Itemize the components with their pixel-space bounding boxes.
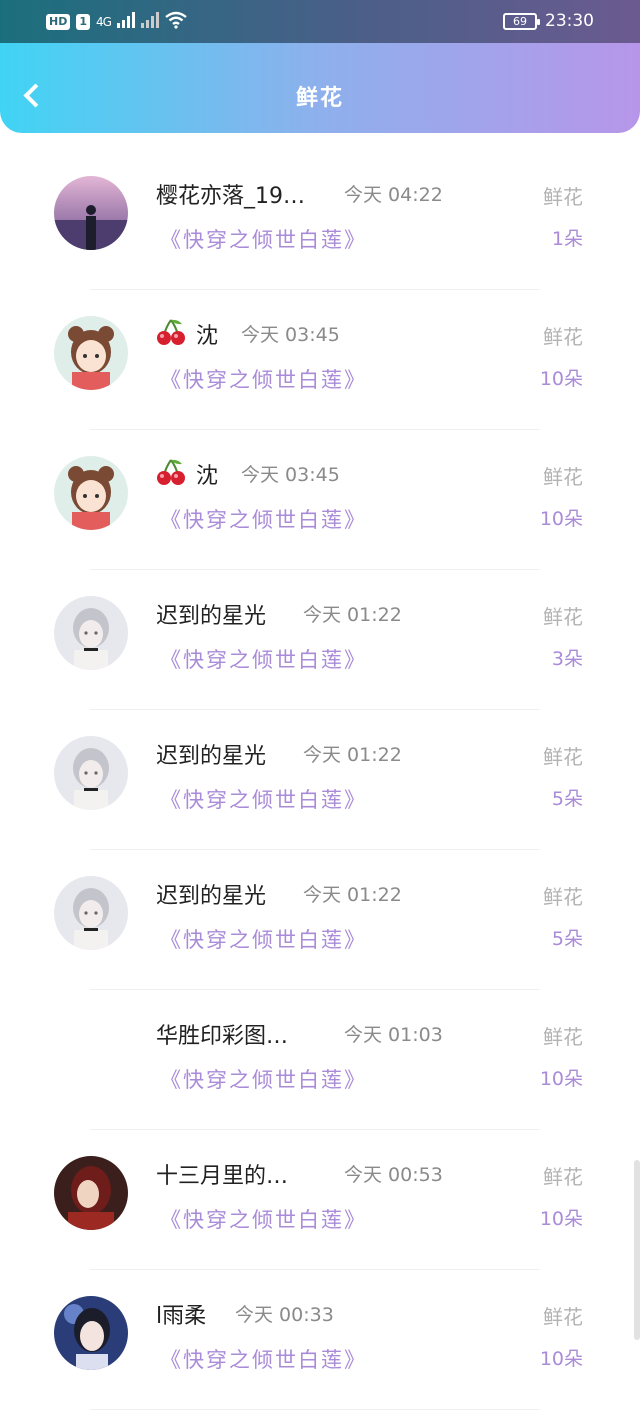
timestamp: 今天 01:03 <box>344 1024 443 1046</box>
list-item[interactable]: 迟到的星光 今天 01:22 《快穿之倾世白莲》 鲜花 3朵 <box>0 570 640 710</box>
gift-type-label: 鲜花 <box>543 325 583 349</box>
user-name[interactable]: 沈 <box>196 458 218 490</box>
user-name[interactable]: l雨柔 <box>156 1298 206 1330</box>
gift-count: 3朵 <box>551 648 583 670</box>
gift-count: 5朵 <box>551 928 583 950</box>
user-name[interactable]: 华胜印彩图… <box>156 1018 288 1050</box>
cherry-icon <box>156 317 186 347</box>
clock: 23:30 <box>545 11 594 31</box>
cherry-icon <box>156 457 186 487</box>
book-title-link[interactable]: 《快穿之倾世白莲》 <box>160 224 367 254</box>
list-item[interactable]: 沈 今天 03:45 《快穿之倾世白莲》 鲜花 10朵 <box>0 290 640 430</box>
hd-badge: HD <box>46 14 71 30</box>
list-item[interactable]: 迟到的星光 今天 01:22 《快穿之倾世白莲》 鲜花 5朵 <box>0 710 640 850</box>
book-title-link[interactable]: 《快穿之倾世白莲》 <box>160 1344 367 1374</box>
timestamp: 今天 04:22 <box>344 184 443 206</box>
scrollbar[interactable] <box>634 1160 640 1340</box>
list-item[interactable]: l雨柔 今天 00:33 《快穿之倾世白莲》 鲜花 10朵 <box>0 1270 640 1410</box>
list-item[interactable]: 十三月里的… 今天 00:53 《快穿之倾世白莲》 鲜花 10朵 <box>0 1130 640 1270</box>
gift-type-label: 鲜花 <box>543 605 583 629</box>
list-item[interactable]: 樱花亦落_19… 今天 04:22 《快穿之倾世白莲》 鲜花 1朵 <box>0 150 640 290</box>
list-item[interactable]: 迟到的星光 今天 01:22 《快穿之倾世白莲》 鲜花 5朵 <box>0 850 640 990</box>
gift-count: 5朵 <box>551 788 583 810</box>
avatar[interactable] <box>54 176 128 250</box>
gift-type-label: 鲜花 <box>543 1025 583 1049</box>
avatar[interactable] <box>54 876 128 950</box>
timestamp: 今天 01:22 <box>303 884 402 906</box>
book-title-link[interactable]: 《快穿之倾世白莲》 <box>160 504 367 534</box>
user-name[interactable]: 迟到的星光 <box>156 598 266 630</box>
user-name[interactable]: 迟到的星光 <box>156 738 266 770</box>
avatar[interactable] <box>54 596 128 670</box>
gift-type-label: 鲜花 <box>543 185 583 209</box>
list-item[interactable]: 华胜印彩图… 今天 01:03 《快穿之倾世白莲》 鲜花 10朵 <box>0 990 640 1130</box>
gift-count: 10朵 <box>539 1208 583 1230</box>
gift-type-label: 鲜花 <box>543 885 583 909</box>
timestamp: 今天 03:45 <box>241 464 340 486</box>
user-name[interactable]: 樱花亦落_19… <box>156 178 305 210</box>
signal-icon <box>116 11 159 33</box>
sim-badge: 1 <box>76 14 90 30</box>
book-title-link[interactable]: 《快穿之倾世白莲》 <box>160 1064 367 1094</box>
gift-count: 10朵 <box>539 1068 583 1090</box>
book-title-link[interactable]: 《快穿之倾世白莲》 <box>160 784 367 814</box>
timestamp: 今天 00:33 <box>235 1304 334 1326</box>
gift-count: 1朵 <box>551 228 583 250</box>
gift-type-label: 鲜花 <box>543 1165 583 1189</box>
user-name[interactable]: 十三月里的… <box>156 1158 288 1190</box>
book-title-link[interactable]: 《快穿之倾世白莲》 <box>160 924 367 954</box>
timestamp: 今天 03:45 <box>241 324 340 346</box>
gift-count: 10朵 <box>539 508 583 530</box>
network-label: 4G <box>96 15 112 29</box>
book-title-link[interactable]: 《快穿之倾世白莲》 <box>160 1204 367 1234</box>
user-name[interactable]: 迟到的星光 <box>156 878 266 910</box>
gift-type-label: 鲜花 <box>543 1305 583 1329</box>
battery-icon: 69 <box>503 12 540 30</box>
timestamp: 今天 01:22 <box>303 604 402 626</box>
timestamp: 今天 00:53 <box>344 1164 443 1186</box>
avatar[interactable] <box>54 736 128 810</box>
book-title-link[interactable]: 《快穿之倾世白莲》 <box>160 644 367 674</box>
wifi-icon <box>165 11 187 33</box>
avatar[interactable] <box>54 316 128 390</box>
header-bar: HD 1 4G 69 23:30 鲜花 <box>0 0 640 133</box>
avatar[interactable] <box>54 1156 128 1230</box>
flower-list: 樱花亦落_19… 今天 04:22 《快穿之倾世白莲》 鲜花 1朵沈今天 03:45 《快… <box>0 150 640 1410</box>
avatar[interactable] <box>54 1296 128 1370</box>
gift-count: 10朵 <box>539 368 583 390</box>
timestamp: 今天 01:22 <box>303 744 402 766</box>
list-item[interactable]: 沈 今天 03:45 《快穿之倾世白莲》 鲜花 10朵 <box>0 430 640 570</box>
gift-count: 10朵 <box>539 1348 583 1370</box>
page-title: 鲜花 <box>295 86 344 111</box>
status-bar: HD 1 4G 69 23:30 <box>0 0 640 43</box>
book-title-link[interactable]: 《快穿之倾世白莲》 <box>160 364 367 394</box>
avatar[interactable] <box>54 456 128 530</box>
user-name[interactable]: 沈 <box>196 318 218 350</box>
gift-type-label: 鲜花 <box>543 465 583 489</box>
gift-type-label: 鲜花 <box>543 745 583 769</box>
